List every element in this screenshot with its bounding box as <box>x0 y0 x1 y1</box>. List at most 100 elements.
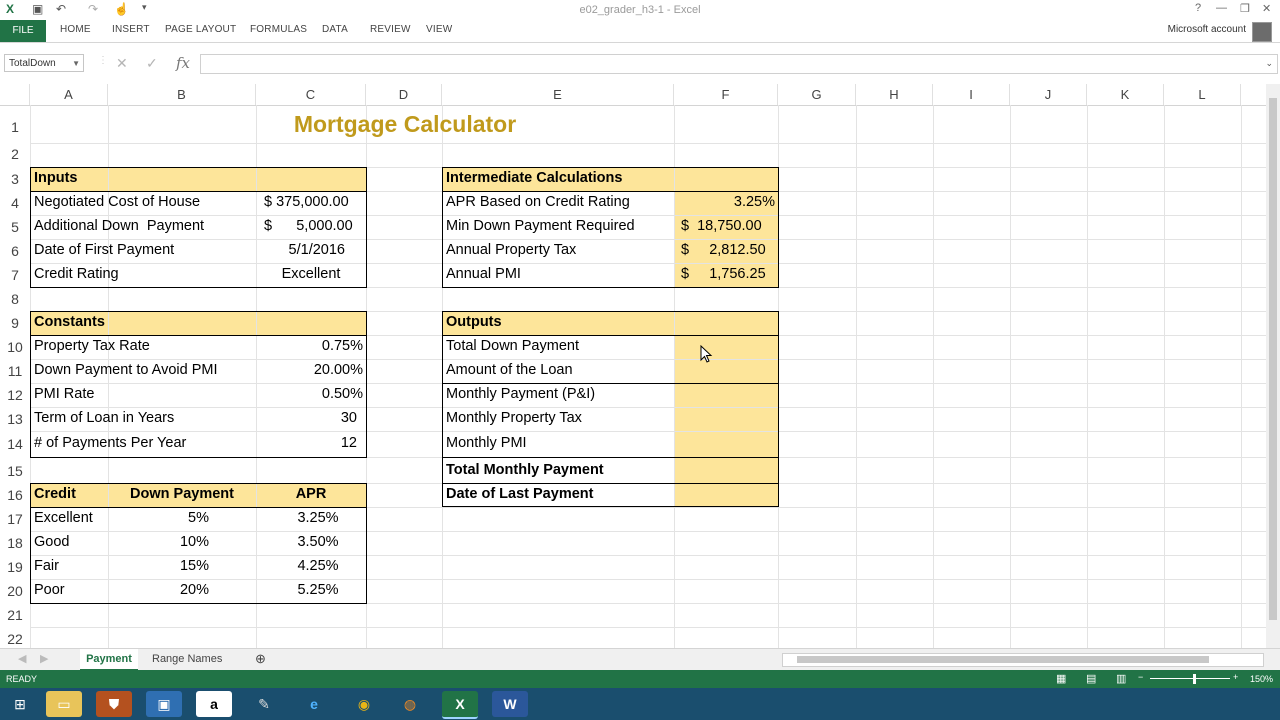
store-icon[interactable]: ▣ <box>146 691 182 717</box>
sheet-tab-payment[interactable]: Payment <box>80 649 138 671</box>
row-header[interactable]: 22 <box>0 631 30 647</box>
rates-cell[interactable]: Fair <box>34 558 59 574</box>
shield-app-icon[interactable]: ⛊ <box>96 691 132 717</box>
output-label[interactable]: Amount of the Loan <box>446 362 573 378</box>
restore-icon[interactable]: ❐ <box>1240 2 1250 15</box>
tab-formulas[interactable]: FORMULAS <box>250 24 307 35</box>
amazon-icon[interactable]: a <box>196 691 232 717</box>
rates-cell[interactable]: 5.25% <box>256 582 380 598</box>
column-header-j[interactable]: J <box>1010 84 1087 105</box>
row-header[interactable]: 21 <box>0 607 30 623</box>
close-icon[interactable]: ✕ <box>1262 2 1271 15</box>
rates-cell[interactable]: 20% <box>108 582 209 598</box>
file-tab[interactable]: FILE <box>0 20 46 42</box>
constant-label[interactable]: Down Payment to Avoid PMI <box>34 362 218 378</box>
add-sheet-icon[interactable]: ⊕ <box>255 649 266 669</box>
tab-home[interactable]: HOME <box>60 24 91 35</box>
rates-cell[interactable]: 4.25% <box>256 558 380 574</box>
intermediate-value[interactable]: $ 18,750.00 <box>681 218 762 234</box>
chrome-icon[interactable]: ◉ <box>346 691 382 717</box>
expand-formula-icon[interactable]: ⌄ <box>1265 58 1273 69</box>
column-header-i[interactable]: I <box>933 84 1010 105</box>
internet-explorer-icon[interactable]: e <box>296 691 332 717</box>
rates-header-down-payment[interactable]: Down Payment <box>108 486 256 502</box>
rates-header-apr[interactable]: APR <box>256 486 366 502</box>
tab-page-layout[interactable]: PAGE LAYOUT <box>165 24 236 35</box>
input-value[interactable]: $ 375,000.00 <box>264 194 349 210</box>
row-header[interactable]: 3 <box>0 171 30 187</box>
minimize-icon[interactable]: — <box>1216 2 1227 14</box>
page-layout-view-icon[interactable]: ▤ <box>1086 672 1096 685</box>
output-label-total[interactable]: Total Monthly Payment <box>446 462 604 478</box>
file-explorer-icon[interactable]: ▭ <box>46 691 82 717</box>
rates-cell[interactable]: 15% <box>108 558 209 574</box>
input-value[interactable]: $ 5,000.00 <box>264 218 353 234</box>
row-header[interactable]: 15 <box>0 463 30 479</box>
tab-insert[interactable]: INSERT <box>112 24 150 35</box>
firefox-icon[interactable]: ◍ <box>392 691 428 717</box>
select-all-corner[interactable] <box>0 84 30 105</box>
zoom-level[interactable]: 150% <box>1250 674 1273 684</box>
vertical-scrollbar[interactable] <box>1266 84 1280 648</box>
intermediate-value[interactable]: $ 2,812.50 <box>681 242 766 258</box>
paint-app-icon[interactable]: ✎ <box>246 691 282 717</box>
word-taskbar-icon[interactable]: W <box>492 691 528 717</box>
column-header-l[interactable]: L <box>1164 84 1241 105</box>
column-header-d[interactable]: D <box>366 84 442 105</box>
excel-taskbar-icon[interactable]: X <box>442 691 478 719</box>
row-header[interactable]: 13 <box>0 411 30 427</box>
rates-cell[interactable]: 5% <box>108 510 209 526</box>
account-menu[interactable]: Microsoft account <box>1168 24 1246 35</box>
row-header[interactable]: 14 <box>0 436 30 452</box>
constant-value[interactable]: 20.00% <box>256 362 363 378</box>
constant-value[interactable]: 0.75% <box>256 338 363 354</box>
row-header[interactable]: 7 <box>0 267 30 283</box>
next-sheet-icon[interactable]: ▶ <box>40 649 48 669</box>
zoom-slider[interactable] <box>1150 678 1230 679</box>
constant-value[interactable]: 0.50% <box>256 386 363 402</box>
output-label[interactable]: Monthly Property Tax <box>446 410 582 426</box>
output-label[interactable]: Total Down Payment <box>446 338 579 354</box>
page-break-view-icon[interactable]: ▥ <box>1116 672 1126 685</box>
avatar[interactable] <box>1252 22 1272 42</box>
column-header-g[interactable]: G <box>778 84 856 105</box>
row-header[interactable]: 19 <box>0 559 30 575</box>
column-header-h[interactable]: H <box>856 84 933 105</box>
cancel-icon[interactable]: ✕ <box>116 55 128 72</box>
output-label[interactable]: Monthly PMI <box>446 435 527 451</box>
tab-review[interactable]: REVIEW <box>370 24 411 35</box>
constant-label[interactable]: # of Payments Per Year <box>34 435 186 451</box>
row-header[interactable]: 6 <box>0 243 30 259</box>
row-header[interactable]: 10 <box>0 339 30 355</box>
tab-data[interactable]: DATA <box>322 24 348 35</box>
intermediate-label[interactable]: Min Down Payment Required <box>446 218 635 234</box>
row-header[interactable]: 8 <box>0 291 30 307</box>
prev-sheet-icon[interactable]: ◀ <box>18 649 26 669</box>
rates-cell[interactable]: Good <box>34 534 69 550</box>
constant-value[interactable]: 12 <box>256 435 357 451</box>
column-header-f[interactable]: F <box>674 84 778 105</box>
inputs-header[interactable]: Inputs <box>34 170 78 186</box>
sheet-title[interactable]: Mortgage Calculator <box>256 111 554 138</box>
help-icon[interactable]: ? <box>1195 2 1201 14</box>
zoom-slider-thumb[interactable] <box>1193 674 1196 684</box>
zoom-in-icon[interactable]: + <box>1233 672 1238 682</box>
input-label[interactable]: Date of First Payment <box>34 242 174 258</box>
column-header-b[interactable]: B <box>108 84 256 105</box>
column-header-c[interactable]: C <box>256 84 366 105</box>
zoom-out-icon[interactable]: − <box>1138 672 1143 682</box>
row-header[interactable]: 17 <box>0 511 30 527</box>
rates-cell[interactable]: Poor <box>34 582 65 598</box>
rates-header-credit[interactable]: Credit <box>34 486 76 502</box>
selected-cell[interactable] <box>674 335 778 359</box>
tab-view[interactable]: VIEW <box>426 24 452 35</box>
column-header-a[interactable]: A <box>30 84 108 105</box>
constant-value[interactable]: 30 <box>256 410 357 426</box>
horizontal-scrollbar[interactable] <box>782 653 1264 667</box>
input-label[interactable]: Additional Down Payment <box>34 218 204 234</box>
intermediate-label[interactable]: APR Based on Credit Rating <box>446 194 630 210</box>
sheet-tab-range-names[interactable]: Range Names <box>152 649 222 669</box>
rates-cell[interactable]: 3.25% <box>256 510 380 526</box>
constant-label[interactable]: Term of Loan in Years <box>34 410 174 426</box>
rates-cell[interactable]: Excellent <box>34 510 93 526</box>
